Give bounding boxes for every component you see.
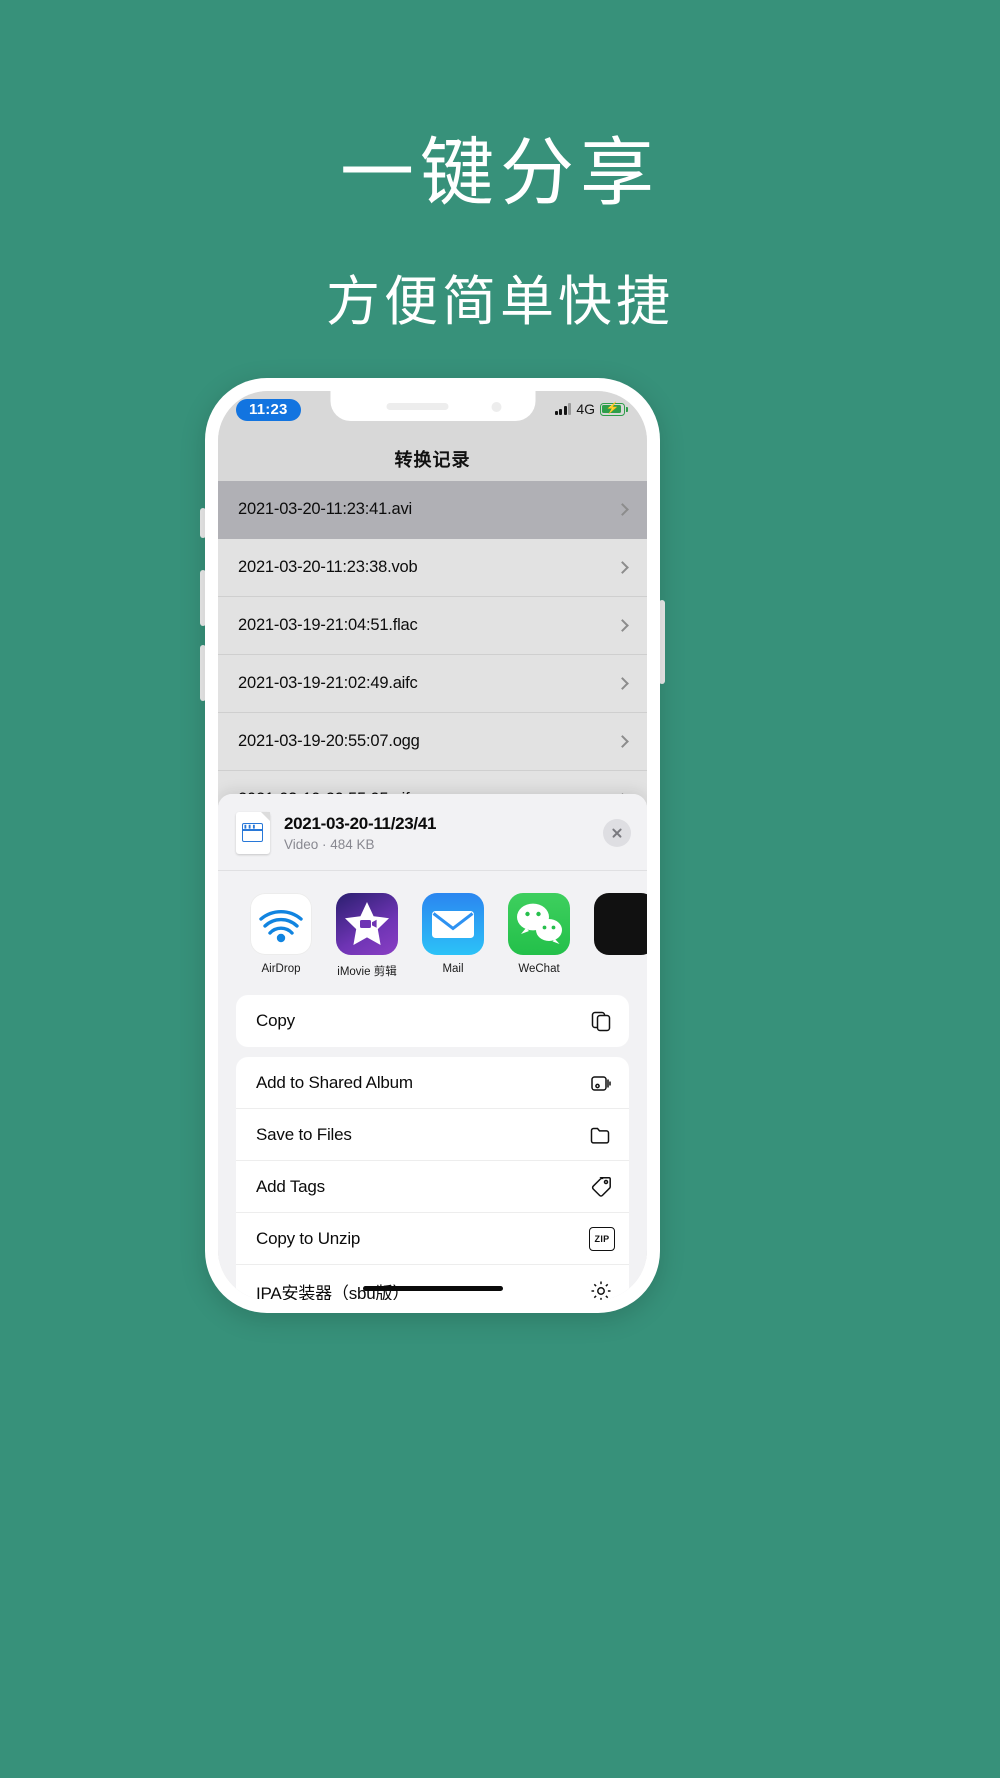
share-target-label: WeChat: [518, 963, 560, 975]
share-target-wechat[interactable]: WeChat: [508, 893, 570, 979]
chevron-right-icon: [616, 619, 629, 632]
file-name-label: 2021-03-19-21:04:51.flac: [238, 616, 418, 634]
mail-icon: [422, 893, 484, 955]
action-copy-to-unzip[interactable]: Copy to Unzip ZIP: [236, 1213, 629, 1265]
action-label: Add Tags: [256, 1176, 325, 1196]
chevron-right-icon: [616, 677, 629, 690]
list-item[interactable]: 2021-03-20-11:23:38.vob: [218, 539, 647, 597]
battery-charging-icon: ⚡: [600, 402, 628, 416]
share-target-mail[interactable]: Mail: [422, 893, 484, 979]
page-subtitle: 方便简单快捷: [326, 272, 674, 333]
action-label: Copy: [256, 1011, 295, 1030]
file-name-label: 2021-03-20-11:23:41.avi: [238, 500, 412, 518]
list-item[interactable]: 2021-03-20-11:23:41.avi: [218, 481, 647, 539]
share-target-label: Mail: [442, 963, 464, 975]
imovie-icon: [336, 893, 398, 955]
more-apps-icon: [594, 893, 647, 955]
video-document-icon: ▮▮▮: [236, 812, 270, 854]
signal-bars-icon: [554, 403, 572, 415]
nav-title: 转换记录: [394, 450, 471, 470]
share-target-airdrop[interactable]: AirDrop: [250, 893, 312, 979]
phone-mockup: 11:23 4G ⚡ 转换记录 2021-03-20-11:23:41.avi …: [205, 378, 660, 1313]
list-item[interactable]: 2021-03-19-21:02:49.aifc: [218, 655, 647, 713]
earpiece-speaker: [386, 403, 448, 410]
nav-bar: 转换记录: [218, 437, 647, 481]
chevron-right-icon: [616, 735, 629, 748]
share-sheet: ▮▮▮ 2021-03-20-11/23/41 Video · 484 KB A…: [218, 794, 647, 1300]
action-save-to-files[interactable]: Save to Files: [236, 1109, 629, 1161]
action-label: Add to Shared Album: [256, 1072, 413, 1092]
action-copy[interactable]: Copy: [236, 995, 629, 1047]
action-ipa-installer[interactable]: IPA安装器（sbu版）: [236, 1265, 629, 1300]
front-camera: [491, 402, 501, 412]
shared-album-icon: [589, 1071, 613, 1095]
status-time-pill: 11:23: [236, 399, 301, 421]
action-label: Copy to Unzip: [256, 1228, 361, 1248]
share-target-imovie[interactable]: iMovie 剪辑: [336, 893, 398, 979]
airdrop-icon: [250, 893, 312, 955]
share-apps-row[interactable]: AirDrop iMovie 剪辑 Mail WeChat: [218, 871, 647, 995]
page-title: 一键分享: [340, 131, 660, 214]
share-target-label: AirDrop: [261, 963, 301, 975]
share-actions-primary: Copy: [236, 995, 629, 1047]
chevron-right-icon: [616, 503, 629, 516]
action-add-to-shared-album[interactable]: Add to Shared Album: [236, 1057, 629, 1109]
gear-icon: [589, 1279, 613, 1300]
folder-icon: [589, 1123, 613, 1147]
file-name-label: 2021-03-20-11:23:38.vob: [238, 558, 418, 576]
status-bar: 11:23 4G ⚡: [218, 391, 647, 437]
list-item[interactable]: 2021-03-19-20:55:07.ogg: [218, 713, 647, 771]
wechat-icon: [508, 893, 570, 955]
promo-text-block: 一键分享 方便简单快捷: [0, 132, 1000, 333]
share-actions-secondary: Add to Shared Album Save to Files Add Ta…: [236, 1057, 629, 1300]
share-target-label: iMovie 剪辑: [337, 966, 397, 978]
shared-file-title: 2021-03-20-11/23/41: [284, 814, 437, 833]
action-add-tags[interactable]: Add Tags: [236, 1161, 629, 1213]
share-sheet-header: ▮▮▮ 2021-03-20-11/23/41 Video · 484 KB: [218, 794, 647, 871]
list-item[interactable]: 2021-03-19-21:04:51.flac: [218, 597, 647, 655]
close-icon[interactable]: [603, 819, 631, 847]
copy-icon: [589, 1009, 613, 1033]
share-target-more[interactable]: [594, 893, 647, 979]
chevron-right-icon: [616, 561, 629, 574]
phone-notch: [330, 391, 535, 421]
network-type-label: 4G: [576, 401, 595, 417]
shared-file-meta: Video · 484 KB: [284, 837, 375, 852]
home-indicator[interactable]: [362, 1286, 503, 1291]
file-name-label: 2021-03-19-21:02:49.aifc: [238, 674, 418, 692]
action-label: Save to Files: [256, 1124, 352, 1144]
file-name-label: 2021-03-19-20:55:07.ogg: [238, 732, 420, 750]
tag-icon: [589, 1175, 613, 1199]
zip-icon: ZIP: [589, 1226, 615, 1251]
status-right-group: 4G ⚡: [554, 399, 628, 417]
phone-screen: 11:23 4G ⚡ 转换记录 2021-03-20-11:23:41.avi …: [218, 391, 647, 1300]
